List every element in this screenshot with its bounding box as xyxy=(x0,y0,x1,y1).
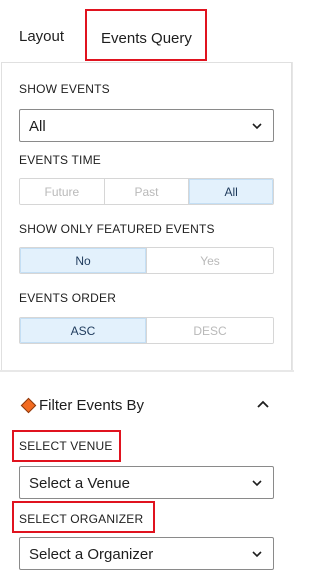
show-events-value: All xyxy=(29,118,46,135)
chevron-down-icon xyxy=(252,480,262,487)
featured-toggle: No Yes xyxy=(19,247,274,274)
venue-select-value: Select a Venue xyxy=(29,475,130,492)
chevron-down-icon xyxy=(252,551,262,558)
events-time-label: EVENTS TIME xyxy=(19,153,101,167)
highlight-box-tab xyxy=(85,9,207,61)
highlight-box-venue xyxy=(12,430,121,462)
organizer-select[interactable]: Select a Organizer xyxy=(19,537,274,570)
tab-layout[interactable]: Layout xyxy=(19,28,64,46)
featured-yes[interactable]: Yes xyxy=(147,248,273,273)
events-order-label: EVENTS ORDER xyxy=(19,291,117,305)
show-events-label: SHOW EVENTS xyxy=(19,82,110,96)
chevron-down-icon xyxy=(252,123,262,130)
organizer-select-value: Select a Organizer xyxy=(29,546,154,563)
events-order-toggle: ASC DESC xyxy=(19,317,274,344)
events-order-desc[interactable]: DESC xyxy=(147,318,273,343)
events-time-toggle: Future Past All xyxy=(19,178,274,205)
tab-bar: Layout Events Query xyxy=(0,0,294,62)
chevron-up-icon[interactable] xyxy=(255,397,271,413)
venue-select[interactable]: Select a Venue xyxy=(19,466,274,499)
events-order-asc[interactable]: ASC xyxy=(20,318,147,343)
events-time-past[interactable]: Past xyxy=(104,179,190,204)
featured-no[interactable]: No xyxy=(20,248,147,273)
highlight-box-organizer xyxy=(12,501,155,533)
events-time-all[interactable]: All xyxy=(189,179,273,204)
featured-label: SHOW ONLY FEATURED EVENTS xyxy=(19,222,215,236)
events-time-future[interactable]: Future xyxy=(20,179,105,204)
show-events-select[interactable]: All xyxy=(19,109,274,142)
filter-section-title[interactable]: Filter Events By xyxy=(39,397,144,415)
